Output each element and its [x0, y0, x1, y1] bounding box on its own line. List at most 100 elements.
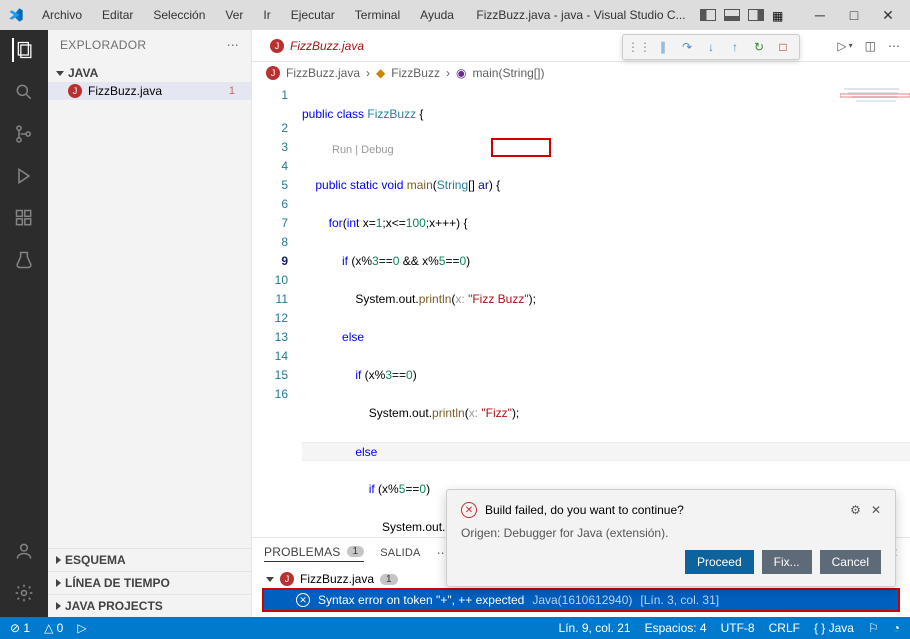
status-bar: ⊘ 1 △ 0 ▷ Lín. 9, col. 21 Espacios: 4 UT… [0, 617, 910, 639]
close-button[interactable]: ✕ [874, 5, 902, 25]
breadcrumb-class[interactable]: FizzBuzz [391, 66, 440, 80]
run-dropdown-button[interactable]: ▷▾ [837, 39, 852, 53]
layout-bottom-icon[interactable] [724, 9, 740, 21]
file-name-label: FizzBuzz.java [88, 84, 162, 98]
run-debug-icon[interactable] [12, 164, 36, 188]
window-title: FizzBuzz.java - java - Visual Studio C..… [466, 8, 696, 22]
file-error-badge: 1 [229, 85, 243, 97]
menu-seleccion[interactable]: Selección [145, 4, 213, 26]
split-editor-icon[interactable]: ◫ [865, 39, 876, 53]
status-debug-icon[interactable]: ▷ [77, 621, 86, 635]
status-errors[interactable]: ⊘ 1 [10, 621, 30, 635]
editor-tabs: J FizzBuzz.java ▷▾ ◫ ⋯ [252, 30, 910, 62]
drag-handle-icon[interactable]: ⋮⋮ [631, 39, 647, 55]
panel-tab-problems[interactable]: PROBLEMAS 1 [264, 545, 364, 562]
cancel-button[interactable]: Cancel [820, 550, 881, 574]
explorer-sidebar: EXPLORADOR ⋯ JAVA J FizzBuzz.java 1 ESQU… [48, 30, 252, 617]
breadcrumb-file[interactable]: FizzBuzz.java [286, 66, 360, 80]
tab-fizzbuzz[interactable]: J FizzBuzz.java [260, 33, 374, 59]
problem-location: [Lín. 3, col. 31] [640, 593, 719, 607]
step-over-icon[interactable]: ↷ [679, 39, 695, 55]
vscode-logo-icon [8, 7, 24, 23]
status-lang[interactable]: { } Java [814, 621, 854, 635]
step-out-icon[interactable]: ↑ [727, 39, 743, 55]
problem-file-name: FizzBuzz.java [300, 572, 374, 586]
minimize-button[interactable]: ─ [806, 5, 834, 25]
layout-left-icon[interactable] [700, 9, 716, 21]
proceed-button[interactable]: Proceed [685, 550, 754, 574]
layout-right-icon[interactable] [748, 9, 764, 21]
status-encoding[interactable]: UTF-8 [721, 621, 755, 635]
layout-grid-icon[interactable]: ▦ [772, 9, 788, 21]
notification-title: Build failed, do you want to continue? [485, 503, 684, 517]
chevron-down-icon [266, 577, 274, 582]
chevron-right-icon [56, 556, 61, 564]
explorer-icon[interactable] [12, 38, 36, 62]
sidebar-more-icon[interactable]: ⋯ [227, 38, 239, 52]
editor-more-icon[interactable]: ⋯ [888, 39, 900, 53]
menu-archivo[interactable]: Archivo [34, 4, 90, 26]
breadcrumbs[interactable]: J FizzBuzz.java › ◆ FizzBuzz › ◉ main(St… [252, 62, 910, 84]
java-file-icon: J [270, 39, 284, 53]
stop-icon[interactable]: □ [775, 39, 791, 55]
menu-ir[interactable]: Ir [255, 4, 278, 26]
problem-file-badge: 1 [380, 574, 398, 585]
pause-icon[interactable]: ∥ [655, 39, 671, 55]
breadcrumb-method[interactable]: main(String[]) [472, 66, 544, 80]
maximize-button[interactable]: □ [840, 5, 868, 25]
debug-toolbar[interactable]: ⋮⋮ ∥ ↷ ↓ ↑ ↻ □ [622, 34, 800, 60]
status-warnings[interactable]: △ 0 [44, 621, 63, 635]
java-file-icon: J [266, 66, 280, 80]
project-folder[interactable]: JAVA [48, 64, 251, 82]
chevron-down-icon [56, 71, 64, 76]
sidebar-title: EXPLORADOR [60, 38, 146, 52]
tab-label: FizzBuzz.java [290, 39, 364, 53]
codelens-run-debug[interactable]: Run | Debug [302, 143, 910, 157]
source-control-icon[interactable] [12, 122, 36, 146]
status-eol[interactable]: CRLF [769, 621, 800, 635]
problems-count-badge: 1 [347, 546, 365, 557]
build-failed-notification: ✕ Build failed, do you want to continue?… [446, 489, 896, 587]
menu-editar[interactable]: Editar [94, 4, 141, 26]
chevron-right-icon [56, 602, 61, 610]
testing-icon[interactable] [12, 248, 36, 272]
java-file-icon: J [280, 572, 294, 586]
section-timeline[interactable]: LÍNEA DE TIEMPO [48, 571, 251, 594]
error-highlight-box [491, 138, 551, 157]
menu-ayuda[interactable]: Ayuda [412, 4, 462, 26]
status-ln-col[interactable]: Lín. 9, col. 21 [559, 621, 631, 635]
accounts-icon[interactable] [12, 539, 36, 563]
status-spaces[interactable]: Espacios: 4 [645, 621, 707, 635]
notification-close-icon[interactable]: ✕ [871, 503, 881, 517]
step-into-icon[interactable]: ↓ [703, 39, 719, 55]
error-icon: ✕ [461, 502, 477, 518]
section-esquema[interactable]: ESQUEMA [48, 548, 251, 571]
problem-code: Java(1610612940) [532, 593, 632, 607]
status-feedback-icon[interactable]: ⚐ [868, 621, 879, 635]
file-item-fizzbuzz[interactable]: J FizzBuzz.java 1 [48, 82, 251, 100]
settings-icon[interactable] [12, 581, 36, 605]
restart-icon[interactable]: ↻ [751, 39, 767, 55]
java-file-icon: J [68, 84, 82, 98]
code-content[interactable]: public class FizzBuzz { Run | Debug publ… [302, 84, 910, 537]
editor-area: ⋮⋮ ∥ ↷ ↓ ↑ ↻ □ J FizzBuzz.java ▷▾ ◫ ⋯ J … [252, 30, 910, 617]
panel-tab-output[interactable]: SALIDA [380, 547, 420, 559]
menu-ver[interactable]: Ver [217, 4, 251, 26]
problem-message: Syntax error on token "+", ++ expected [318, 593, 524, 607]
notification-gear-icon[interactable]: ⚙ [850, 503, 861, 517]
code-editor[interactable]: 12345678910111213141516 public class Fiz… [252, 84, 910, 537]
extensions-icon[interactable] [12, 206, 36, 230]
menu-terminal[interactable]: Terminal [347, 4, 408, 26]
line-gutter: 12345678910111213141516 [252, 84, 302, 537]
notification-source: Origen: Debugger for Java (extensión). [461, 526, 881, 540]
status-bell-icon[interactable]: ◔ [893, 621, 900, 635]
minimap[interactable] [840, 84, 910, 154]
title-bar: Archivo Editar Selección Ver Ir Ejecutar… [0, 0, 910, 30]
chevron-right-icon [56, 579, 61, 587]
search-icon[interactable] [12, 80, 36, 104]
problem-error-row[interactable]: ✕ Syntax error on token "+", ++ expected… [262, 588, 900, 612]
activity-bar [0, 30, 48, 617]
section-javaprojects[interactable]: JAVA PROJECTS [48, 594, 251, 617]
menu-ejecutar[interactable]: Ejecutar [283, 4, 343, 26]
fix-button[interactable]: Fix... [762, 550, 812, 574]
